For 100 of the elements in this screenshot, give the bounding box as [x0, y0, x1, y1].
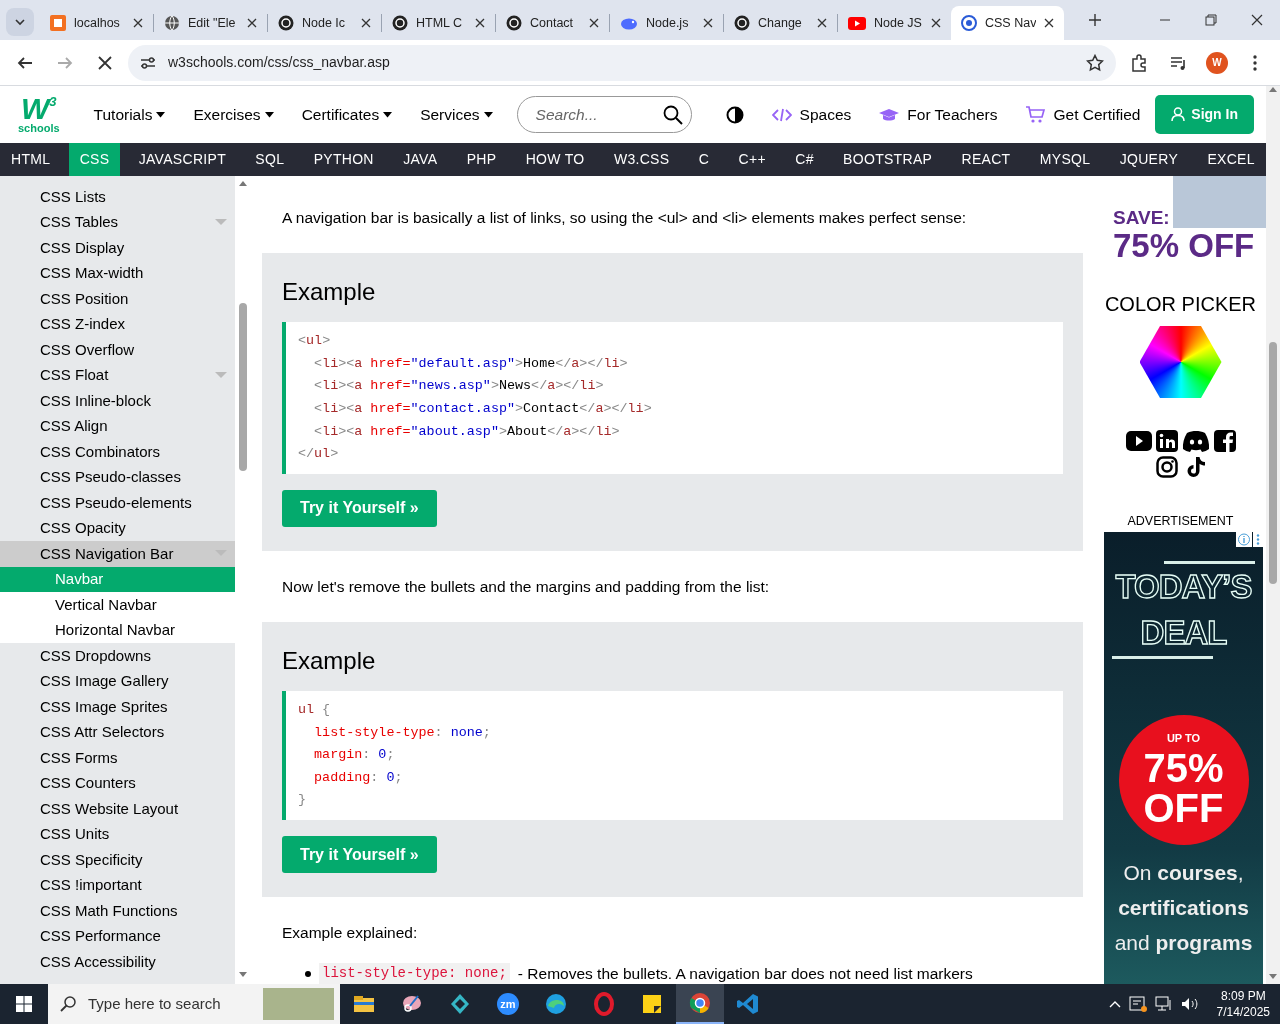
- sidebar-link[interactable]: CSS Position: [0, 286, 235, 312]
- linkedin-icon[interactable]: [1155, 430, 1178, 452]
- close-icon[interactable]: [817, 18, 827, 28]
- browser-tab[interactable]: Node.js: [610, 6, 723, 40]
- chevron-up-icon[interactable]: [1108, 1000, 1121, 1008]
- menu-button[interactable]: Services: [410, 96, 503, 133]
- scroll-up-icon[interactable]: [238, 180, 247, 186]
- nav-tab[interactable]: HOW TO: [514, 143, 596, 176]
- nav-tab[interactable]: W3.CSS: [602, 143, 681, 176]
- sidebar-link[interactable]: CSS Lists: [0, 184, 235, 210]
- header-link[interactable]: Get Certified: [1015, 96, 1151, 133]
- sidebar-sublink[interactable]: Horizontal Navbar: [0, 617, 235, 643]
- browser-tab[interactable]: Node JS: [838, 6, 951, 40]
- sidebar-link[interactable]: CSS Dropdowns: [0, 643, 235, 669]
- sidebar-link[interactable]: CSS Performance: [0, 923, 235, 949]
- sidebar-link[interactable]: CSS Image Sprites: [0, 694, 235, 720]
- sidebar-link[interactable]: CSS Attr Selectors: [0, 719, 235, 745]
- nav-tab[interactable]: SQL: [244, 143, 296, 176]
- taskbar-clock[interactable]: 8:09 PM 7/14/2025: [1206, 988, 1280, 1020]
- scrollbar-thumb[interactable]: [1269, 342, 1277, 584]
- address-bar[interactable]: w3schools.com/css/css_navbar.asp: [128, 44, 1116, 81]
- sidebar-link[interactable]: CSS Pseudo-elements: [0, 490, 235, 516]
- sidebar-link[interactable]: CSS Opacity: [0, 515, 235, 541]
- nav-tab[interactable]: PYTHON: [302, 143, 385, 176]
- taskbar-app-button[interactable]: [676, 984, 724, 1024]
- nav-tab[interactable]: EXCEL: [1196, 143, 1266, 176]
- nav-tab[interactable]: PHP: [455, 143, 508, 176]
- sidebar-link[interactable]: CSS Image Gallery: [0, 668, 235, 694]
- close-icon[interactable]: [361, 18, 371, 28]
- menu-button[interactable]: Tutorials: [83, 96, 176, 133]
- sidebar-link[interactable]: CSS Accessibility: [0, 949, 235, 975]
- close-icon: [1251, 14, 1263, 26]
- alert-window-icon[interactable]: [1128, 996, 1147, 1012]
- sidebar-link[interactable]: CSS Float: [0, 362, 235, 388]
- sidebar-link[interactable]: CSS Forms: [0, 745, 235, 771]
- close-icon[interactable]: [703, 18, 713, 28]
- close-icon[interactable]: [1044, 18, 1054, 28]
- network-icon[interactable]: [1154, 996, 1173, 1012]
- close-icon[interactable]: [589, 18, 599, 28]
- sidebar-link[interactable]: CSS Max-width: [0, 260, 235, 286]
- nav-tab[interactable]: BOOTSTRAP: [832, 143, 944, 176]
- sidebar-sublink[interactable]: Vertical Navbar: [0, 592, 235, 618]
- sidebar-link[interactable]: CSS Specificity: [0, 847, 235, 873]
- close-icon[interactable]: [475, 18, 485, 28]
- sidebar-link[interactable]: CSS Tables: [0, 209, 235, 235]
- star-icon[interactable]: [1086, 53, 1104, 72]
- gamepad-face-icon[interactable]: [1181, 430, 1210, 452]
- search-icon[interactable]: [662, 104, 683, 125]
- browser-tab[interactable]: Change: [724, 6, 837, 40]
- site-settings-icon[interactable]: [140, 55, 156, 70]
- nav-tab[interactable]: JAVASCRIPT: [127, 143, 237, 176]
- sidebar-link[interactable]: CSS Units: [0, 821, 235, 847]
- header-link[interactable]: Spaces: [761, 96, 862, 133]
- header-link[interactable]: For Teachers: [869, 96, 1008, 133]
- camera-outline-icon[interactable]: [1155, 456, 1178, 478]
- nav-tab[interactable]: REACT: [950, 143, 1022, 176]
- music-note-icon[interactable]: [1185, 456, 1206, 478]
- plus-icon: [1089, 14, 1101, 26]
- speaker-icon[interactable]: [1180, 996, 1199, 1012]
- sidebar-link[interactable]: CSS Inline-block: [0, 388, 235, 414]
- nav-tab[interactable]: MYSQL: [1028, 143, 1102, 176]
- scroll-down-icon[interactable]: [238, 972, 247, 978]
- browser-tab[interactable]: Contact: [496, 6, 609, 40]
- sidebar-link[interactable]: CSS Counters: [0, 770, 235, 796]
- menu-button[interactable]: Exercises: [183, 96, 284, 133]
- profile-avatar[interactable]: W: [1206, 51, 1228, 74]
- close-icon[interactable]: [931, 18, 941, 28]
- browser-tab[interactable]: CSS Nav: [951, 6, 1064, 40]
- sidebar-link[interactable]: CSS Pseudo-classes: [0, 464, 235, 490]
- nav-tab[interactable]: C: [687, 143, 721, 176]
- tab-search-button[interactable]: [6, 8, 34, 36]
- nav-tab[interactable]: JQUERY: [1108, 143, 1190, 176]
- close-icon[interactable]: [133, 18, 143, 28]
- search-input[interactable]: Search...: [533, 101, 654, 128]
- advertisement-banner[interactable]: TODAY’S DEAL UP TO 75% OFF On courses, certifications and programs: [1104, 532, 1263, 984]
- sidebar-link[interactable]: CSS !important: [0, 872, 235, 898]
- sidebar-link[interactable]: CSS Navigation Bar: [0, 541, 235, 567]
- nav-tab[interactable]: HTML: [0, 143, 62, 176]
- sidebar-link[interactable]: CSS Align: [0, 413, 235, 439]
- sidebar-link[interactable]: CSS Z-index: [0, 311, 235, 337]
- sidebar-link[interactable]: CSS Website Layout: [0, 796, 235, 822]
- browser-tab[interactable]: HTML C: [382, 6, 495, 40]
- play-button-icon[interactable]: [1125, 431, 1152, 451]
- nav-tab[interactable]: C#: [784, 143, 825, 176]
- kebab-menu-icon[interactable]: [1253, 532, 1263, 547]
- taskbar-search-field[interactable]: Type here to search: [48, 984, 340, 1024]
- close-icon[interactable]: [247, 18, 257, 28]
- nav-tab[interactable]: C++: [727, 143, 777, 176]
- sidebar-link[interactable]: CSS Display: [0, 235, 235, 261]
- scroll-down-icon[interactable]: [1269, 974, 1277, 980]
- scrollbar-thumb[interactable]: [238, 303, 247, 471]
- sidebar-link[interactable]: CSS Combinators: [0, 439, 235, 465]
- browser-tab[interactable]: Edit "Ele: [154, 6, 267, 40]
- sidebar-link[interactable]: CSS Overflow: [0, 337, 235, 363]
- nav-tab[interactable]: JAVA: [392, 143, 449, 176]
- browser-tab[interactable]: localhos: [40, 6, 153, 40]
- facebook-icon[interactable]: [1213, 430, 1236, 452]
- browser-tab[interactable]: Node Ic: [268, 6, 381, 40]
- menu-button[interactable]: Certificates: [291, 96, 403, 133]
- sidebar-link[interactable]: CSS Math Functions: [0, 898, 235, 924]
